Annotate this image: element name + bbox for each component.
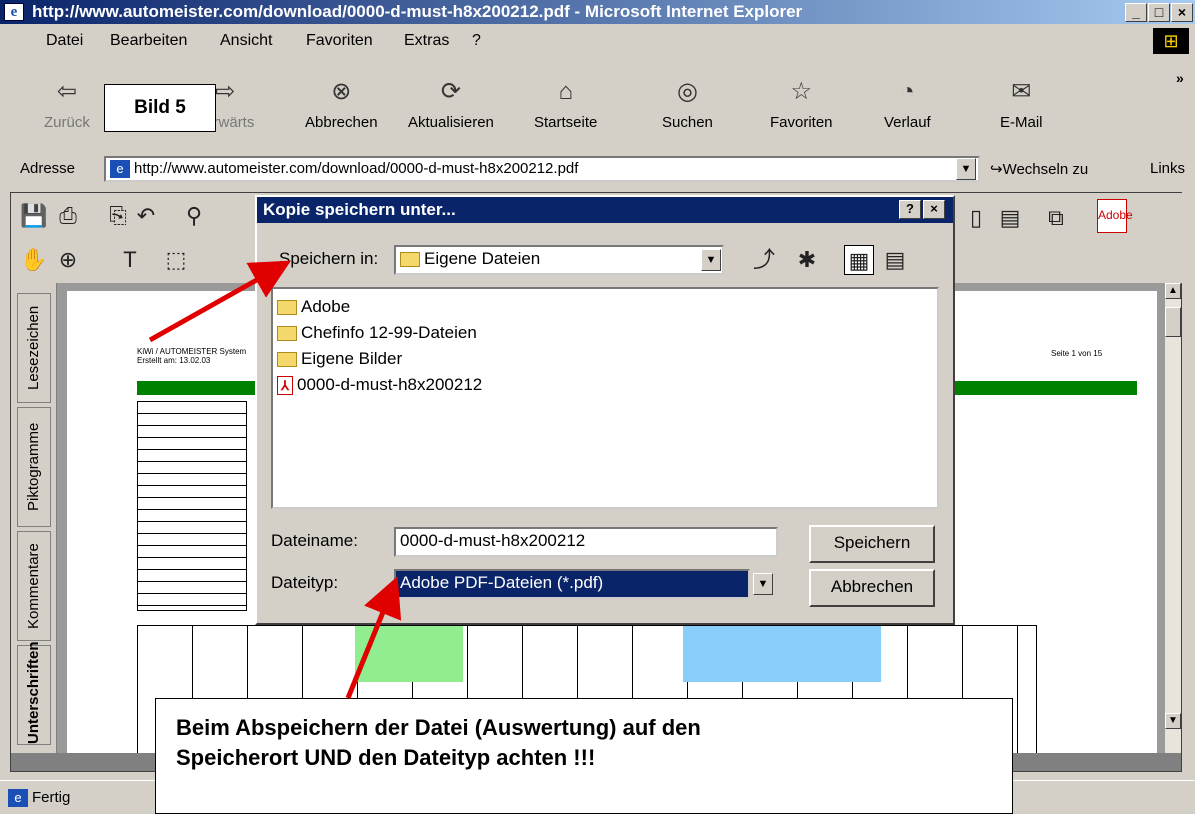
arrow-save-in bbox=[148, 260, 292, 343]
arrows-overlay bbox=[148, 260, 402, 699]
arrow-filetype bbox=[345, 576, 402, 699]
